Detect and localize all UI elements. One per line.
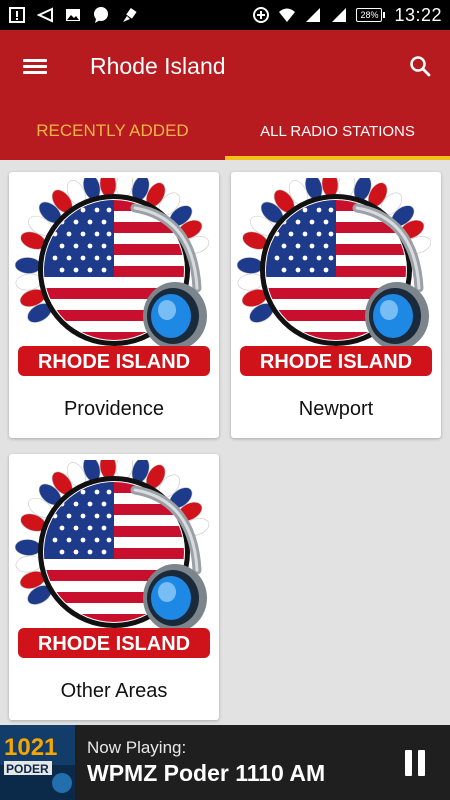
brush-icon [123, 8, 137, 22]
tab-recently-added[interactable]: RECENTLY ADDED [0, 102, 225, 160]
tab-all-radio-stations[interactable]: ALL RADIO STATIONS [225, 102, 450, 160]
tab-bar: RECENTLY ADDED ALL RADIO STATIONS [0, 102, 450, 160]
page-title: Rhode Island [90, 52, 226, 79]
signal-2-icon [332, 8, 347, 22]
station-logo-number: 1021 [4, 734, 57, 761]
now-playing-bar[interactable]: 1021 PODER Now Playing: WPMZ Poder 1110 … [0, 725, 450, 800]
card-other-areas[interactable]: RHODE ISLAND Other Areas [9, 454, 219, 720]
pause-icon [402, 749, 428, 776]
station-logo: 1021 PODER [0, 725, 75, 800]
card-label: Other Areas [60, 680, 168, 702]
now-playing-label: Now Playing: [87, 738, 187, 757]
card-label: Newport [298, 398, 374, 420]
search-button[interactable] [390, 30, 450, 102]
station-logo-text: PODER [6, 762, 49, 776]
search-icon [410, 56, 431, 77]
battery-indicator: 28% [356, 8, 386, 22]
status-bar: 28% 13:22 [0, 0, 450, 30]
chat-icon [94, 7, 108, 23]
logo-petal [15, 539, 42, 556]
notification-icon [9, 7, 25, 23]
logo-petal [15, 257, 42, 274]
signal-icon [306, 8, 321, 22]
rhode-island-radio-logo: RHODE ISLAND [15, 178, 213, 376]
menu-icon [23, 56, 47, 77]
card-banner: RHODE ISLAND [260, 351, 412, 373]
data-saver-icon [253, 7, 270, 23]
card-newport[interactable]: RHODE ISLAND Newport [231, 172, 441, 438]
pause-button[interactable] [380, 725, 450, 800]
card-providence[interactable]: RHODE ISLAND Providence [9, 172, 219, 438]
status-time: 13:22 [394, 4, 442, 25]
rhode-island-radio-logo: RHODE ISLAND [237, 178, 435, 376]
card-banner: RHODE ISLAND [38, 633, 190, 655]
menu-button[interactable] [0, 30, 70, 102]
rhode-island-radio-logo: RHODE ISLAND [15, 460, 213, 658]
back-icon [36, 7, 53, 23]
wifi-icon [279, 8, 296, 22]
image-icon [66, 9, 80, 21]
station-name: WPMZ Poder 1110 AM [87, 760, 326, 786]
now-playing-info: Now Playing: WPMZ Poder 1110 AM [75, 738, 380, 787]
app-bar: Rhode Island RECENTLY ADDED ALL RADIO ST… [0, 30, 450, 160]
card-label: Providence [63, 398, 165, 420]
logo-petal [237, 257, 264, 274]
card-banner: RHODE ISLAND [38, 351, 190, 373]
